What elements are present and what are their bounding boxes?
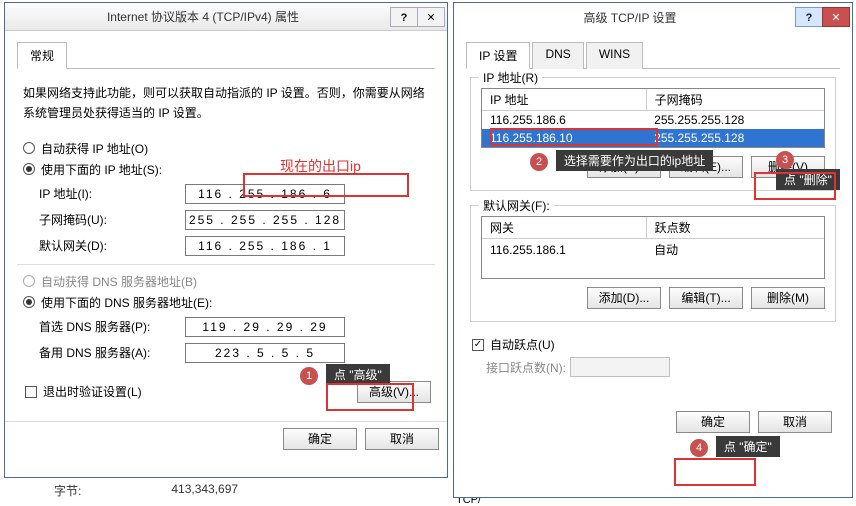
callout-step3: 点 "删除" <box>776 169 840 190</box>
callout-step4: 点 "确定" <box>716 436 780 457</box>
input-interface-metric <box>570 357 670 377</box>
input-ip[interactable]: 116 . 255 . 186 . 6 <box>185 184 345 204</box>
label-dns2: 备用 DNS 服务器(A): <box>39 344 185 361</box>
anno-step2: 2 选择需要作为出口的ip地址 <box>530 150 713 171</box>
help-button[interactable]: ? <box>390 7 418 27</box>
badge-3: 3 <box>776 151 794 169</box>
label-ip: IP 地址(I): <box>39 185 185 202</box>
group-title: 默认网关(F): <box>479 197 554 214</box>
callout-step2: 选择需要作为出口的ip地址 <box>556 150 713 171</box>
checkbox-label: 自动跃点(U) <box>490 336 555 353</box>
radio-manual-ip[interactable]: 使用下面的 IP 地址(S): <box>23 161 435 178</box>
advanced-tcpip-window: 高级 TCP/IP 设置 ? ✕ IP 设置 DNS WINS IP 地址(R)… <box>453 2 853 498</box>
cell-mask: 255.255.255.128 <box>646 111 824 130</box>
col-ip: IP 地址 <box>482 89 646 111</box>
checkbox-icon <box>25 386 37 398</box>
edit-button[interactable]: 编辑(T)... <box>669 287 743 309</box>
bg-bytes-value: 413,343,697 <box>171 482 238 499</box>
radio-icon <box>23 163 35 175</box>
radio-icon <box>23 275 35 287</box>
col-gateway: 网关 <box>482 217 646 239</box>
tab-wins[interactable]: WINS <box>586 42 643 69</box>
input-gateway[interactable]: 116 . 255 . 186 . 1 <box>185 236 345 256</box>
tab-dns[interactable]: DNS <box>532 42 583 69</box>
col-mask: 子网掩码 <box>646 89 824 111</box>
anno-now-ip: 现在的出口ip <box>280 156 361 176</box>
checkbox-label: 退出时验证设置(L) <box>43 383 142 400</box>
checkbox-validate[interactable]: 退出时验证设置(L) <box>25 383 142 400</box>
radio-auto-dns: 自动获得 DNS 服务器地址(B) <box>23 273 435 290</box>
delete-button[interactable]: 删除(M) <box>751 287 825 309</box>
cancel-button[interactable]: 取消 <box>365 428 439 450</box>
badge-1: 1 <box>300 367 318 385</box>
close-button[interactable]: ✕ <box>822 7 850 27</box>
radio-label: 自动获得 DNS 服务器地址(B) <box>41 273 197 290</box>
anno-step3: 3 点 "删除" <box>776 150 856 190</box>
input-dns1[interactable]: 119 . 29 . 29 . 29 <box>185 317 345 337</box>
radio-icon <box>23 142 35 154</box>
titlebar[interactable]: 高级 TCP/IP 设置 ? ✕ <box>454 3 852 31</box>
group-default-gateway: 默认网关(F): 网关 跃点数 116.255.186.1 自动 添加(D)..… <box>470 205 836 322</box>
label-gateway: 默认网关(D): <box>39 237 185 254</box>
col-metric: 跃点数 <box>646 217 824 239</box>
cell-mask: 255.255.255.128 <box>646 129 824 147</box>
ok-button[interactable]: 确定 <box>676 411 750 433</box>
table-row[interactable]: 116.255.186.1 自动 <box>482 239 824 261</box>
gateway-table[interactable]: 网关 跃点数 116.255.186.1 自动 <box>482 217 824 278</box>
tab-general[interactable]: 常规 <box>17 42 67 69</box>
cancel-button[interactable]: 取消 <box>758 411 832 433</box>
titlebar[interactable]: Internet 协议版本 4 (TCP/IPv4) 属性 ? ✕ <box>5 3 447 31</box>
window-title: 高级 TCP/IP 设置 <box>464 9 796 26</box>
tabstrip: IP 设置 DNS WINS <box>466 41 840 69</box>
input-dns2[interactable]: 223 . 5 . 5 . 5 <box>185 343 345 363</box>
ok-button[interactable]: 确定 <box>283 428 357 450</box>
table-row[interactable]: 116.255.186.6 255.255.255.128 <box>482 111 824 130</box>
radio-label: 自动获得 IP 地址(O) <box>41 140 148 157</box>
radio-label: 使用下面的 DNS 服务器地址(E): <box>41 294 212 311</box>
group-title: IP 地址(R) <box>479 69 542 86</box>
description-text: 如果网络支持此功能，则可以获取自动指派的 IP 设置。否则，你需要从网络系统管理… <box>23 83 429 124</box>
cell-gw: 116.255.186.1 <box>482 239 646 261</box>
checkbox-auto-metric[interactable]: 自动跃点(U) <box>472 336 834 353</box>
callout-step1: 点 "高级" <box>326 364 390 385</box>
add-button[interactable]: 添加(D)... <box>587 287 661 309</box>
cell-metric: 自动 <box>646 239 824 261</box>
bg-bytes-label: 字节: <box>54 482 81 499</box>
tab-ip-settings[interactable]: IP 设置 <box>466 42 530 69</box>
anno-step4: 4 点 "确定" <box>690 436 780 457</box>
cell-ip: 116.255.186.10 <box>482 129 646 147</box>
badge-4: 4 <box>690 439 708 457</box>
radio-label: 使用下面的 IP 地址(S): <box>41 161 162 178</box>
checkbox-icon <box>472 339 484 351</box>
input-mask[interactable]: 255 . 255 . 255 . 128 <box>185 210 345 230</box>
radio-manual-dns[interactable]: 使用下面的 DNS 服务器地址(E): <box>23 294 435 311</box>
label-mask: 子网掩码(U): <box>39 211 185 228</box>
background-stats-row: 字节: 413,343,697 <box>54 482 238 499</box>
label-dns1: 首选 DNS 服务器(P): <box>39 318 185 335</box>
badge-2: 2 <box>530 153 548 171</box>
help-button[interactable]: ? <box>795 7 823 27</box>
table-row-selected[interactable]: 116.255.186.10 255.255.255.128 <box>482 129 824 147</box>
label-interface-metric: 接口跃点数(N): <box>486 359 566 376</box>
ip-table[interactable]: IP 地址 子网掩码 116.255.186.6 255.255.255.128… <box>482 89 824 147</box>
radio-auto-ip[interactable]: 自动获得 IP 地址(O) <box>23 140 435 157</box>
cell-ip: 116.255.186.6 <box>482 111 646 130</box>
anno-step1: 1 点 "高级" <box>300 364 390 385</box>
radio-icon <box>23 296 35 308</box>
window-title: Internet 协议版本 4 (TCP/IPv4) 属性 <box>15 8 391 25</box>
close-button[interactable]: ✕ <box>417 7 445 27</box>
tabstrip: 常规 <box>17 41 435 69</box>
ipv4-properties-window: Internet 协议版本 4 (TCP/IPv4) 属性 ? ✕ 常规 如果网… <box>4 2 448 478</box>
